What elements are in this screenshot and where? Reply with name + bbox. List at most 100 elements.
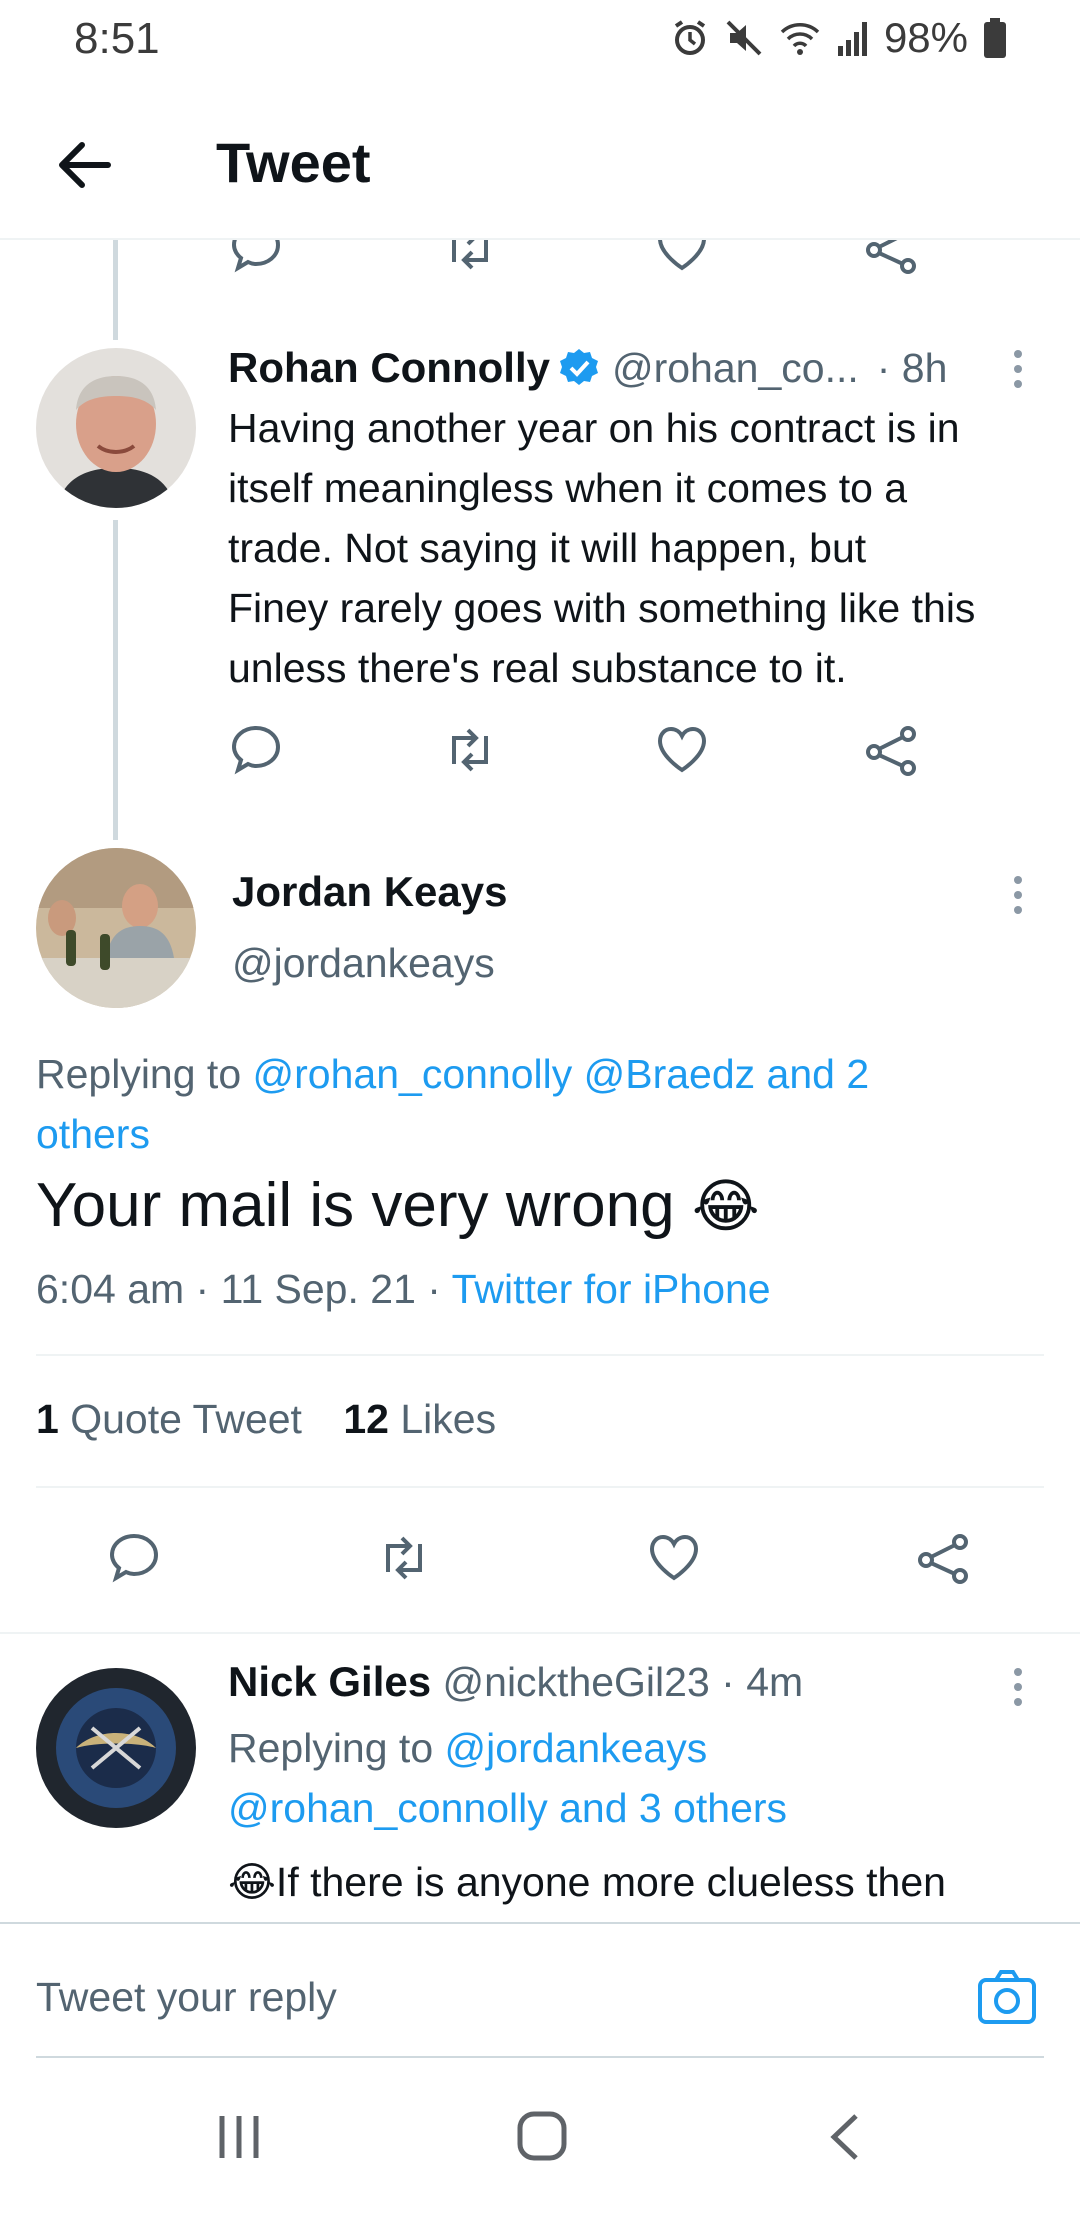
kebab-dot bbox=[1014, 1668, 1022, 1676]
tweet-text-line: unless there's real substance to it. bbox=[228, 645, 847, 691]
replying-to: Replying to @jordankeays @rohan_connolly… bbox=[228, 1718, 787, 1838]
reply-button[interactable] bbox=[104, 1528, 164, 1588]
comment-icon bbox=[231, 240, 281, 273]
quote-count: 1 bbox=[36, 1396, 59, 1442]
verified-badge-icon bbox=[559, 349, 598, 385]
tweet-text-line: trade. Not saying it will happen, but bbox=[228, 525, 867, 571]
like-button[interactable] bbox=[652, 720, 712, 780]
divider bbox=[36, 1354, 1044, 1356]
likes-link[interactable]: 12 Likes bbox=[343, 1396, 496, 1442]
avatar[interactable] bbox=[36, 348, 196, 508]
comment-icon bbox=[231, 725, 281, 775]
author-name[interactable]: Rohan Connolly bbox=[228, 344, 550, 392]
header: Tweet bbox=[0, 90, 1080, 240]
back-button[interactable] bbox=[50, 130, 120, 200]
system-back-button[interactable] bbox=[824, 2112, 864, 2162]
reply-button[interactable] bbox=[226, 240, 286, 278]
avatar[interactable] bbox=[36, 848, 196, 1008]
replying-to-users[interactable]: @jordankeays bbox=[445, 1725, 708, 1771]
action-row-top bbox=[0, 240, 1080, 280]
author-handle[interactable]: @rohan_co... bbox=[612, 345, 859, 392]
home-button[interactable] bbox=[516, 2110, 568, 2162]
main-action-row bbox=[0, 1528, 1080, 1598]
page-title: Tweet bbox=[216, 131, 371, 194]
replying-to-users[interactable]: @rohan_connolly @Braedz and 2 bbox=[253, 1051, 870, 1097]
tweet-time: · 4m bbox=[721, 1659, 804, 1705]
reply-text-clip: 😂If there is anyone more clueless then bbox=[228, 1846, 1080, 1922]
share-button[interactable] bbox=[862, 720, 922, 780]
arrow-left-icon bbox=[59, 142, 111, 188]
kebab-dot bbox=[1014, 1698, 1022, 1706]
reply-button[interactable] bbox=[226, 720, 286, 780]
kebab-dot bbox=[1014, 350, 1022, 358]
like-count: 12 bbox=[343, 1396, 389, 1442]
replying-to-prefix: Replying to bbox=[36, 1051, 242, 1097]
main-tweet-text: Your mail is very wrong 😂 bbox=[36, 1170, 760, 1241]
author-handle[interactable]: @nicktheGil23 bbox=[443, 1659, 710, 1705]
retweet-button[interactable] bbox=[374, 1528, 434, 1588]
signal-icon bbox=[837, 22, 867, 56]
status-icons: 98% bbox=[670, 14, 1008, 62]
share-icon bbox=[918, 1534, 968, 1584]
retweet-button[interactable] bbox=[440, 720, 500, 780]
kebab-dot bbox=[1014, 876, 1022, 884]
author-handle[interactable]: @jordankeays bbox=[232, 940, 495, 987]
share-icon bbox=[866, 240, 916, 274]
wifi-icon bbox=[780, 23, 820, 55]
camera-button[interactable] bbox=[976, 1966, 1038, 2028]
thread-line bbox=[113, 520, 118, 840]
joy-emoji: 😂 bbox=[228, 1859, 276, 1905]
avatar-jordan-image bbox=[36, 848, 196, 1008]
divider bbox=[36, 1486, 1044, 1488]
author-name[interactable]: Nick Giles bbox=[228, 1658, 431, 1705]
tweet-text: Your mail is very wrong bbox=[36, 1171, 675, 1240]
replying-to-prefix: Replying to bbox=[228, 1725, 434, 1771]
like-label: Likes bbox=[400, 1396, 497, 1442]
reply-input[interactable]: Tweet your reply bbox=[36, 1974, 936, 2021]
tweet-text-line: Having another year on his contract is i… bbox=[228, 405, 960, 451]
action-row bbox=[0, 720, 1080, 790]
comment-icon bbox=[109, 1533, 159, 1583]
heart-icon bbox=[657, 726, 707, 773]
tweet-text-line: Finey rarely goes with something like th… bbox=[228, 585, 976, 631]
divider bbox=[36, 2056, 1044, 2058]
more-options-button[interactable] bbox=[1012, 1668, 1024, 1713]
divider bbox=[0, 1632, 1080, 1634]
tweet-text: 😂If there is anyone more clueless then bbox=[228, 1846, 1080, 1912]
heart-icon bbox=[649, 1534, 699, 1581]
tweet-text-line: itself meaningless when it comes to a bbox=[228, 465, 908, 511]
tweet-text-line: If there is anyone more clueless then bbox=[275, 1859, 946, 1905]
share-button[interactable] bbox=[914, 1528, 974, 1588]
mute-icon bbox=[726, 20, 762, 56]
author-name[interactable]: Jordan Keays bbox=[232, 868, 507, 916]
avatar[interactable] bbox=[36, 1668, 196, 1828]
tweet-time: · 8h bbox=[876, 344, 948, 391]
more-options-button[interactable] bbox=[1012, 876, 1024, 921]
heart-icon bbox=[658, 240, 706, 271]
replying-to-others[interactable]: others bbox=[36, 1111, 150, 1157]
tweet-source-link[interactable]: Twitter for iPhone bbox=[452, 1266, 771, 1312]
more-options-button[interactable] bbox=[1012, 350, 1024, 395]
quote-tweets-link[interactable]: 1 Quote Tweet bbox=[36, 1396, 313, 1442]
joy-emoji: 😂 bbox=[691, 1174, 760, 1239]
tweet-text: Having another year on his contract is i… bbox=[228, 398, 1058, 698]
system-nav-bar bbox=[0, 2060, 1080, 2220]
battery-percent: 98% bbox=[883, 14, 968, 61]
tweet-stats: 1 Quote Tweet 12 Likes bbox=[36, 1396, 496, 1443]
retweet-button[interactable] bbox=[440, 240, 500, 278]
recent-apps-button[interactable] bbox=[214, 2112, 264, 2162]
retweet-icon bbox=[386, 1536, 422, 1580]
avatar-rohan-image bbox=[36, 348, 196, 508]
battery-icon bbox=[984, 18, 1006, 58]
reply-bar: Tweet your reply bbox=[0, 1924, 1080, 2058]
back-icon bbox=[830, 2114, 858, 2160]
avatar-eagle-image bbox=[36, 1668, 196, 1828]
replying-to-others[interactable]: @rohan_connolly and 3 others bbox=[228, 1785, 787, 1831]
tweet-header: Nick Giles @nicktheGil23 · 4m bbox=[228, 1658, 803, 1706]
like-button[interactable] bbox=[652, 240, 712, 278]
retweet-icon bbox=[452, 240, 488, 270]
kebab-dot bbox=[1014, 365, 1022, 373]
share-button[interactable] bbox=[862, 240, 922, 278]
tweet-header: Rohan Connolly @rohan_co... · 8h bbox=[228, 340, 1028, 396]
like-button[interactable] bbox=[644, 1528, 704, 1588]
